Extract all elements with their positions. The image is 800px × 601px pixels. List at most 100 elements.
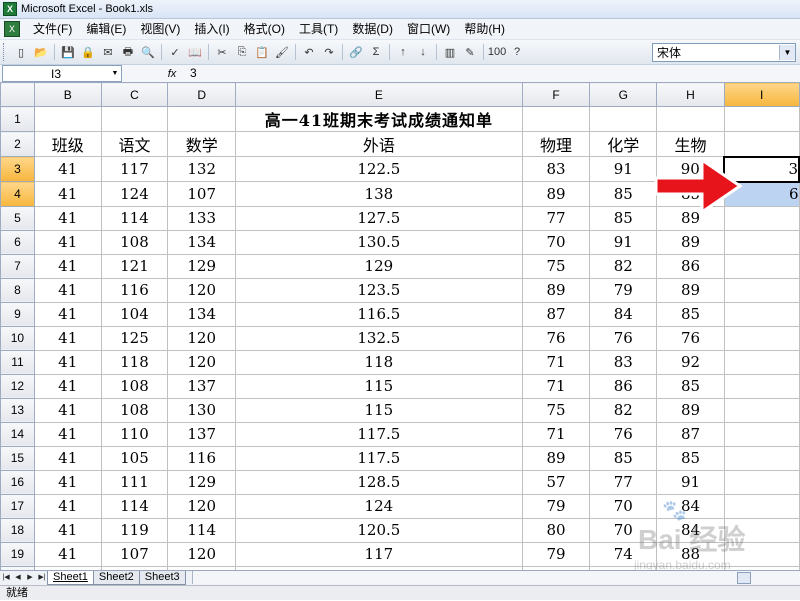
print-icon[interactable]: 🖶: [119, 43, 137, 61]
cell-c13[interactable]: 108: [100, 397, 169, 423]
cell-c16[interactable]: 111: [100, 469, 169, 495]
cell-f14[interactable]: 71: [521, 421, 591, 447]
cell-f10[interactable]: 76: [521, 325, 591, 351]
cell-f11[interactable]: 71: [521, 349, 591, 375]
row-header-8[interactable]: 8: [0, 277, 35, 303]
cell-c9[interactable]: 104: [100, 301, 169, 327]
row-header-15[interactable]: 15: [0, 445, 35, 471]
next-sheet-icon[interactable]: ▶: [24, 571, 36, 583]
cell-i7[interactable]: [723, 253, 800, 279]
select-all-corner[interactable]: [0, 82, 35, 107]
cell-f12[interactable]: 71: [521, 373, 591, 399]
tab-sheet2[interactable]: Sheet2: [92, 571, 140, 585]
zoom-icon[interactable]: 100: [488, 43, 506, 61]
cell-b17[interactable]: 41: [33, 493, 102, 519]
cell-d15[interactable]: 116: [167, 445, 237, 471]
cell-i5[interactable]: [723, 205, 800, 231]
cell-i1[interactable]: [723, 106, 800, 132]
cell-h5[interactable]: 89: [656, 205, 725, 231]
cell-d3[interactable]: 132: [167, 156, 237, 182]
paste-icon[interactable]: 📋: [253, 43, 271, 61]
permission-icon[interactable]: 🔒: [79, 43, 97, 61]
cell-b19[interactable]: 41: [33, 541, 102, 567]
column-header-f[interactable]: F: [521, 82, 591, 107]
sheet-title-cell[interactable]: 高一41班期末考试成绩通知单: [235, 106, 523, 132]
cell-i4[interactable]: 6: [723, 181, 800, 207]
cell-i17[interactable]: [723, 493, 800, 519]
cell-h4[interactable]: 85: [656, 181, 725, 207]
cell-g10[interactable]: 76: [589, 325, 658, 351]
cell-d9[interactable]: 134: [167, 301, 237, 327]
row-header-13[interactable]: 13: [0, 397, 35, 423]
cell-f7[interactable]: 75: [521, 253, 591, 279]
font-name-select[interactable]: 宋体 ▼: [652, 43, 796, 62]
redo-icon[interactable]: ↷: [320, 43, 338, 61]
cell-h12[interactable]: 85: [656, 373, 725, 399]
cell-f3[interactable]: 83: [521, 156, 591, 182]
cell-b3[interactable]: 41: [33, 156, 102, 182]
cell-i2[interactable]: [723, 131, 800, 157]
cell-h7[interactable]: 86: [656, 253, 725, 279]
undo-icon[interactable]: ↶: [300, 43, 318, 61]
row-header-11[interactable]: 11: [0, 349, 35, 375]
cell-d4[interactable]: 107: [167, 181, 237, 207]
copy-icon[interactable]: ⎘: [233, 43, 251, 61]
cell-i8[interactable]: [723, 277, 800, 303]
cell-f4[interactable]: 89: [521, 181, 591, 207]
formula-input[interactable]: 3: [184, 66, 798, 81]
spelling-icon[interactable]: ✓: [166, 43, 184, 61]
autosum-icon[interactable]: Σ: [367, 43, 385, 61]
cell-h14[interactable]: 87: [656, 421, 725, 447]
cell-g4[interactable]: 85: [589, 181, 658, 207]
sort-asc-icon[interactable]: ↑: [394, 43, 412, 61]
column-header-b[interactable]: B: [33, 82, 102, 107]
menu-tools[interactable]: 工具(T): [292, 19, 345, 39]
cell-g7[interactable]: 82: [589, 253, 658, 279]
row-header-2[interactable]: 2: [0, 131, 35, 157]
menu-insert[interactable]: 插入(I): [187, 19, 236, 39]
column-header-d[interactable]: D: [167, 82, 237, 107]
cell-i10[interactable]: [723, 325, 800, 351]
hyperlink-icon[interactable]: 🔗: [347, 43, 365, 61]
cell-g1[interactable]: [589, 106, 658, 132]
cell-c4[interactable]: 124: [100, 181, 169, 207]
excel-app-icon[interactable]: X: [3, 2, 17, 16]
open-icon[interactable]: 📂: [32, 43, 50, 61]
cell-e7[interactable]: 129: [235, 253, 523, 279]
cell-h16[interactable]: 91: [656, 469, 725, 495]
email-icon[interactable]: ✉: [99, 43, 117, 61]
cell-h18[interactable]: 84: [656, 517, 725, 543]
header-cell-physics[interactable]: 物理: [521, 131, 591, 157]
cell-g16[interactable]: 77: [589, 469, 658, 495]
cell-f19[interactable]: 79: [521, 541, 591, 567]
header-cell-biology[interactable]: 生物: [656, 131, 725, 157]
cell-c10[interactable]: 125: [100, 325, 169, 351]
worksheet-grid[interactable]: B C D E F G H I 1 高一41班期末考试成绩通知单 2 班级 语文…: [0, 82, 800, 570]
cell-d14[interactable]: 137: [167, 421, 237, 447]
cell-d19[interactable]: 120: [167, 541, 237, 567]
research-icon[interactable]: 📖: [186, 43, 204, 61]
header-cell-english[interactable]: 外语: [235, 131, 523, 157]
cell-g15[interactable]: 85: [589, 445, 658, 471]
cell-e17[interactable]: 124: [235, 493, 523, 519]
cell-h3[interactable]: 90: [656, 156, 725, 182]
cell-i9[interactable]: [723, 301, 800, 327]
cell-e13[interactable]: 115: [235, 397, 523, 423]
cell-e14[interactable]: 117.5: [235, 421, 523, 447]
cell-i3[interactable]: 3: [723, 155, 800, 183]
column-header-c[interactable]: C: [100, 82, 169, 107]
cell-e5[interactable]: 127.5: [235, 205, 523, 231]
row-header-14[interactable]: 14: [0, 421, 35, 447]
workbook-icon[interactable]: X: [4, 21, 20, 37]
cell-b8[interactable]: 41: [33, 277, 102, 303]
cell-c17[interactable]: 114: [100, 493, 169, 519]
cell-g6[interactable]: 91: [589, 229, 658, 255]
format-painter-icon[interactable]: 🖌: [273, 43, 291, 61]
cell-g19[interactable]: 74: [589, 541, 658, 567]
row-header-5[interactable]: 5: [0, 205, 35, 231]
cell-c5[interactable]: 114: [100, 205, 169, 231]
cell-b7[interactable]: 41: [33, 253, 102, 279]
cell-b6[interactable]: 41: [33, 229, 102, 255]
cell-g14[interactable]: 76: [589, 421, 658, 447]
cell-h8[interactable]: 89: [656, 277, 725, 303]
